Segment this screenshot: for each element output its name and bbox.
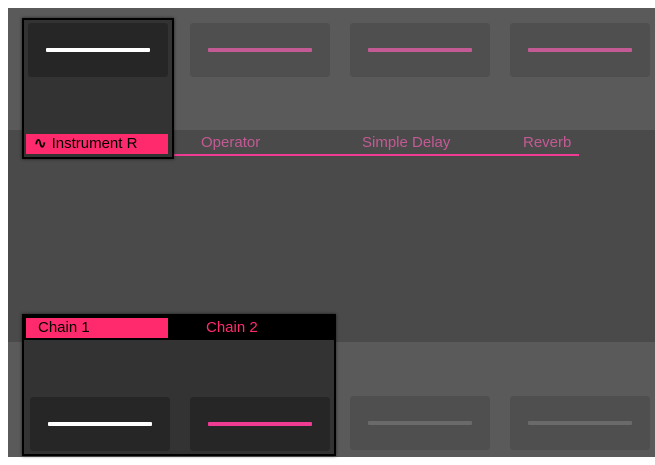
button-line [368,421,472,425]
top-button-2[interactable] [190,23,330,77]
top-button-4[interactable] [510,23,650,77]
bottom-button-1[interactable] [30,397,170,451]
device-label-reverb[interactable]: Reverb [523,133,571,153]
chain-selector-callout: Chain 1 Chain 2 [22,314,336,456]
button-line [368,48,472,52]
wave-icon: ∿ [34,135,47,152]
button-line [46,48,150,52]
bottom-button-3[interactable] [350,396,490,450]
bottom-button-4[interactable] [510,396,650,450]
button-line [208,48,312,52]
bottom-button-2[interactable] [190,397,330,451]
top-button-3[interactable] [350,23,490,77]
device-band [8,130,655,342]
button-line [528,421,632,425]
chain-tab-1[interactable]: Chain 1 [26,318,168,338]
button-line [48,422,152,426]
button-line [208,422,312,426]
device-underline [170,154,579,156]
device-label-simple-delay[interactable]: Simple Delay [362,133,450,153]
top-button-1[interactable] [28,23,168,77]
device-label-operator[interactable]: Operator [201,133,260,153]
selected-device-label: Instrument R [51,135,138,152]
selected-device-callout: ∿ Instrument R [22,18,174,159]
chain-tabs: Chain 1 Chain 2 [24,316,334,340]
chain-tab-2[interactable]: Chain 2 [194,318,334,338]
selected-device-tab[interactable]: ∿ Instrument R [26,134,168,154]
button-line [528,48,632,52]
